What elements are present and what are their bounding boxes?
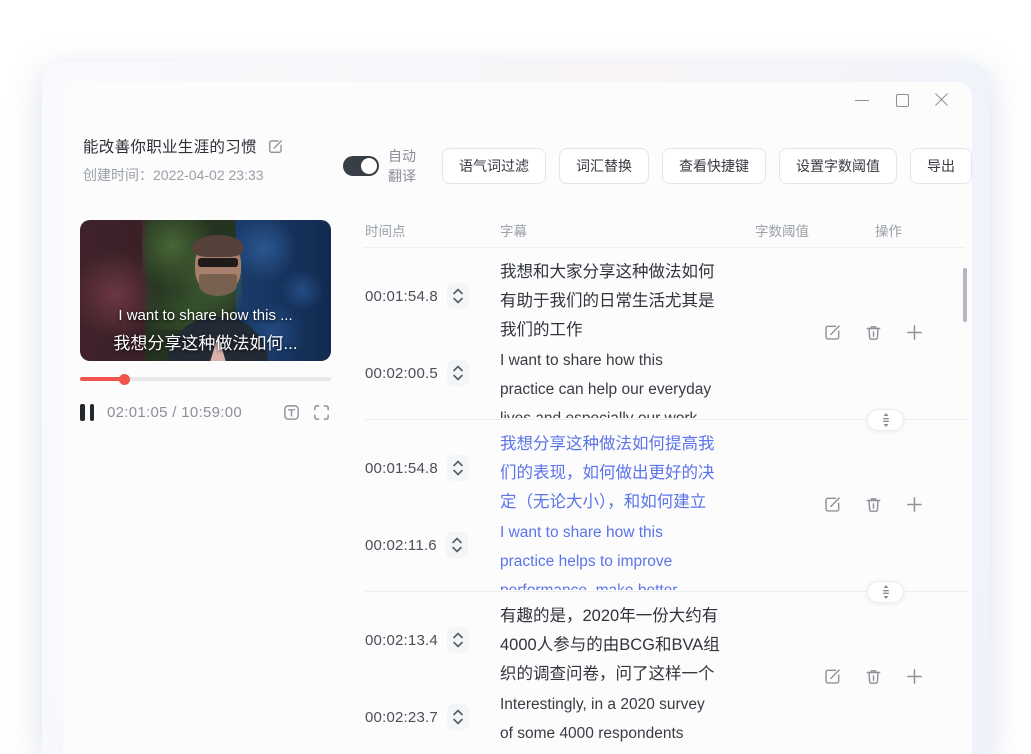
subtitle-row: 00:02:13.4 有趣的是，2020年一份大约有 4000人参与的由BCG和… [63,592,972,754]
add-row-icon[interactable] [905,323,924,342]
timestamp-stepper[interactable] [447,360,469,386]
subtitle-target-text[interactable]: I want to share how this practice helps … [500,518,752,590]
merge-rows-handle[interactable] [867,581,904,603]
document-header: 能改善你职业生涯的习惯 创建时间：2022-04-02 23:33 [83,135,284,185]
target-timestamp: 00:02:23.7 [365,709,438,726]
target-timestamp: 00:02:11.6 [365,537,437,554]
shortcuts-button[interactable]: 查看快捷键 [662,148,766,184]
subtitle-row: 00:01:54.8 我想和大家分享这种做法如何 有助于我们的日常生活尤其是 我… [63,248,972,420]
document-title: 能改善你职业生涯的习惯 [83,135,257,157]
word-threshold-button[interactable]: 设置字数阈值 [779,148,897,184]
subtitle-row: 00:01:54.8 我想分享这种做法如何提高我 们的表现，如何做出更好的决 定… [63,420,972,592]
auto-translate-label: 自动翻译 [388,146,421,186]
edit-title-icon[interactable] [267,138,284,155]
window-controls [854,90,950,110]
subtitle-source-text[interactable]: 有趣的是，2020年一份大约有 4000人参与的由BCG和BVA组 织的调查问卷… [500,602,752,686]
source-timestamp: 00:02:13.4 [365,632,438,649]
app-window: 能改善你职业生涯的习惯 创建时间：2022-04-02 23:33 自动翻译 语… [63,82,972,754]
subtitle-source-text[interactable]: 我想和大家分享这种做法如何 有助于我们的日常生活尤其是 我们的工作 [500,258,752,342]
col-header-operations: 操作 [875,220,902,240]
delete-row-icon[interactable] [864,323,883,342]
add-row-icon[interactable] [905,667,924,686]
maximize-button[interactable] [894,92,910,108]
screenshot-canvas: 能改善你职业生涯的习惯 创建时间：2022-04-02 23:33 自动翻译 语… [0,0,1031,754]
edit-row-icon[interactable] [823,667,842,686]
col-header-threshold: 字数阈值 [755,220,809,240]
subtitle-target-text[interactable]: Interestingly, in a 2020 survey of some … [500,690,752,754]
edit-row-icon[interactable] [823,495,842,514]
auto-translate-toggle[interactable] [343,156,379,176]
col-header-subtitle: 字幕 [500,220,527,240]
subtitle-list: 00:01:54.8 我想和大家分享这种做法如何 有助于我们的日常生活尤其是 我… [63,248,972,754]
timestamp-stepper[interactable] [447,627,469,653]
subtitle-source-text[interactable]: 我想分享这种做法如何提高我 们的表现，如何做出更好的决 定（无论大小），和如何建… [500,430,752,514]
timestamp-stepper[interactable] [447,704,469,730]
created-time: 创建时间：2022-04-02 23:33 [83,165,284,185]
target-timestamp: 00:02:00.5 [365,365,438,382]
subtitle-target-text[interactable]: I want to share how this practice can he… [500,346,752,418]
col-header-time: 时间点 [365,220,406,240]
filler-words-filter-button[interactable]: 语气词过滤 [442,148,546,184]
timestamp-stepper[interactable] [447,455,469,481]
toolbar: 自动翻译 语气词过滤 词汇替换 查看快捷键 设置字数阈值 导出 [343,148,972,184]
add-row-icon[interactable] [905,495,924,514]
delete-row-icon[interactable] [864,495,883,514]
minimize-button[interactable] [854,92,870,108]
source-timestamp: 00:01:54.8 [365,288,438,305]
delete-row-icon[interactable] [864,667,883,686]
timestamp-stepper[interactable] [446,532,468,558]
edit-row-icon[interactable] [823,323,842,342]
source-timestamp: 00:01:54.8 [365,460,438,477]
merge-rows-handle[interactable] [867,409,904,431]
timestamp-stepper[interactable] [447,283,469,309]
vocab-replace-button[interactable]: 词汇替换 [559,148,649,184]
export-button[interactable]: 导出 [910,148,972,184]
close-button[interactable] [934,92,950,108]
toggle-knob [361,158,377,174]
scrollbar-thumb[interactable] [963,268,967,322]
